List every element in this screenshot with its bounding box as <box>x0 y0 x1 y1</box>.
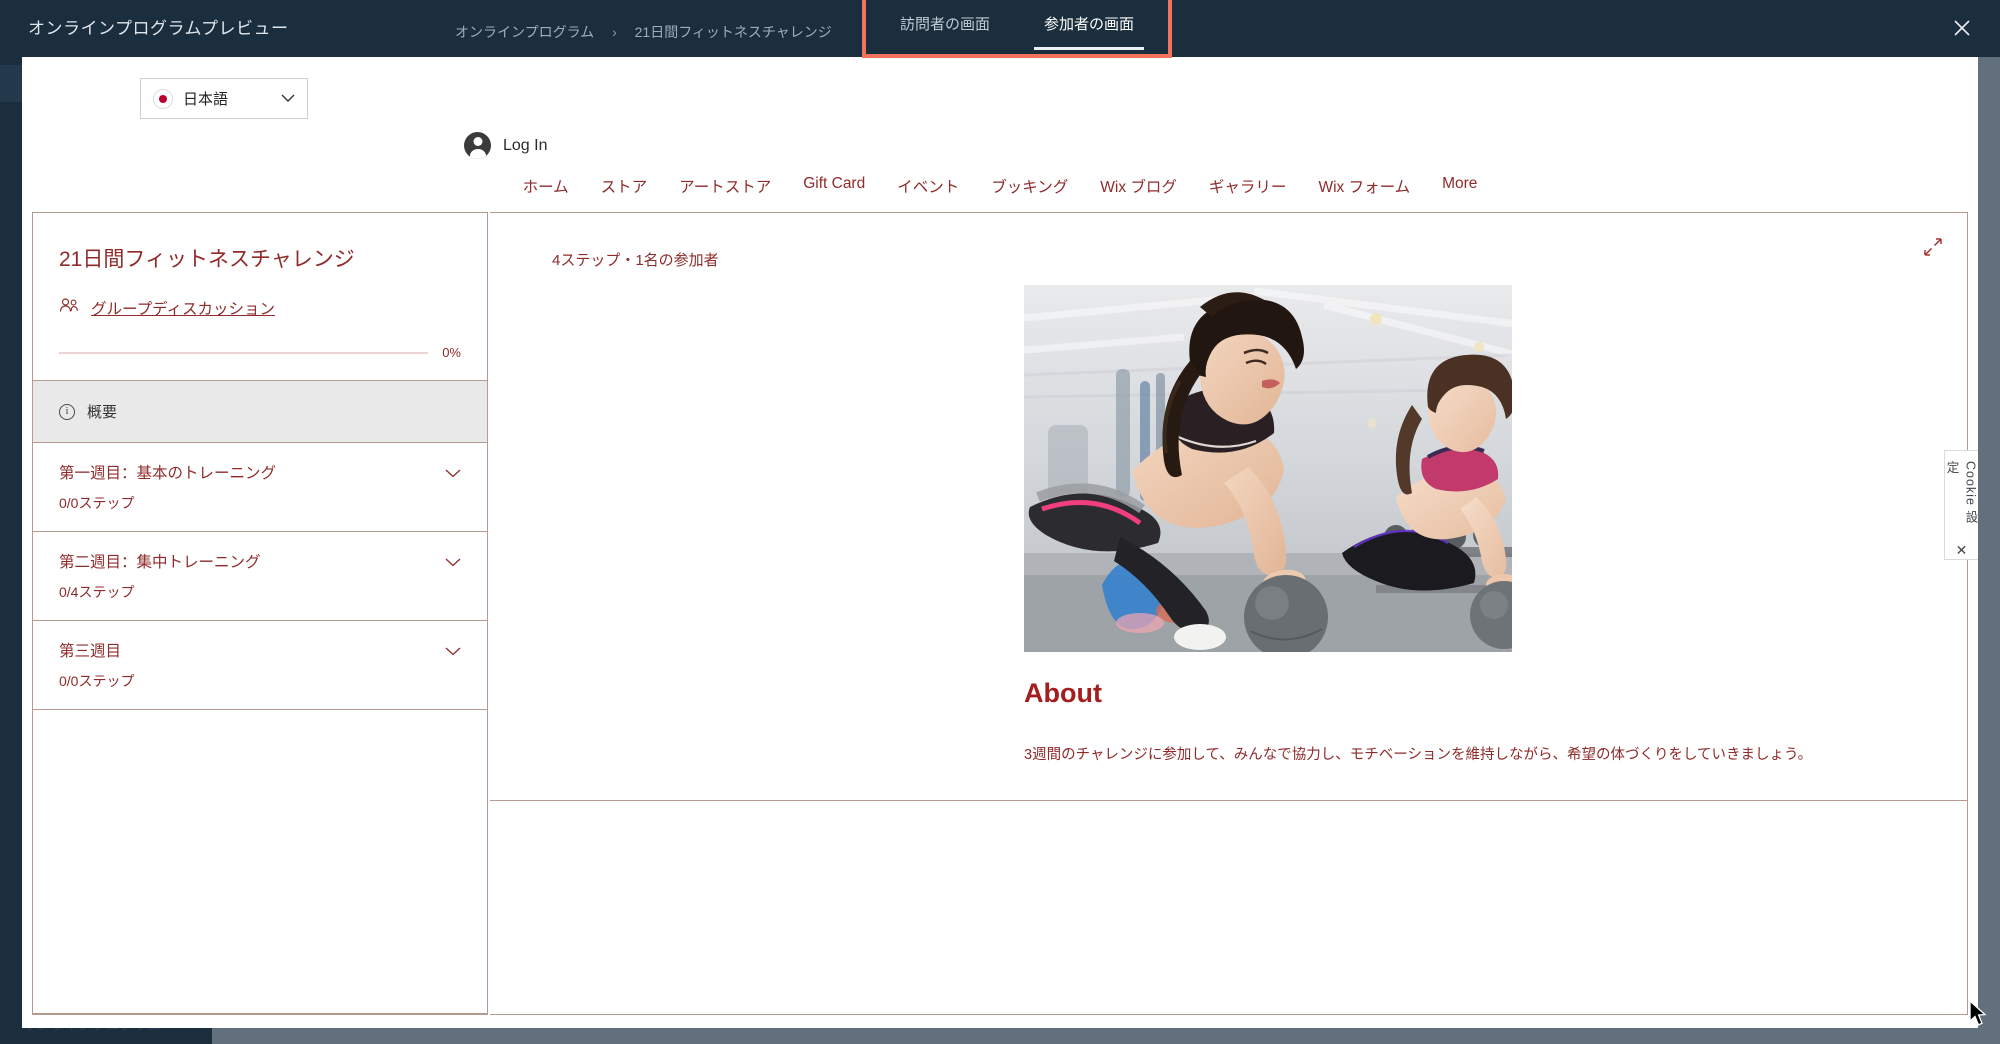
content-divider <box>490 800 1967 801</box>
nav-item-wix-forms[interactable]: Wix フォーム <box>1302 175 1426 197</box>
week-title: 第二週目：集中トレーニング <box>59 554 261 571</box>
nav-item-store[interactable]: ストア <box>585 175 664 197</box>
tab-participant-view[interactable]: 参加者の画面 <box>1033 13 1145 54</box>
about-heading: About <box>1024 678 1102 708</box>
avatar-icon <box>464 132 491 159</box>
nav-item-more[interactable]: More <box>1426 175 1493 197</box>
overview-label: 概要 <box>87 404 118 421</box>
people-icon <box>59 298 79 318</box>
group-discussion-label: グループディスカッション <box>91 301 275 318</box>
week-title: 第三週目 <box>59 643 122 660</box>
program-meta: 4ステップ・1名の参加者 <box>552 252 719 269</box>
breadcrumb-parent[interactable]: オンラインプログラム <box>455 24 594 40</box>
site-preview: 日本語 Log In ホーム ストア アートストア Gift Card イベント… <box>22 57 1978 1028</box>
program-sidebar: 21日間フィットネスチャレンジ グループディスカッション 0% i 概要 第一週… <box>32 212 1942 1015</box>
group-discussion-link[interactable]: グループディスカッション <box>59 297 461 319</box>
progress-bar <box>59 351 429 354</box>
preview-tab-group: 訪問者の画面 参加者の画面 <box>862 0 1172 58</box>
chevron-down-icon[interactable] <box>445 643 461 659</box>
week-steps: 0/0ステップ <box>59 495 135 511</box>
about-text: 3週間のチャレンジに参加して、みんなで協力し、モチベーションを維持しながら、希望… <box>1024 747 1813 763</box>
hero-image <box>1024 285 1512 652</box>
sidebar-filler <box>33 710 487 1014</box>
cookie-settings-tab[interactable]: Cookie 設定 ✕ <box>1944 450 1978 560</box>
language-selector-value: 日本語 <box>183 91 229 108</box>
nav-item-art-store[interactable]: アートストア <box>663 175 787 197</box>
week-steps: 0/4ステップ <box>59 584 135 600</box>
screen-root: ストア受注リスト › オンラインプログラム オンラインプログラムプレビュー オン… <box>0 0 2000 1044</box>
jp-flag-icon <box>153 88 173 109</box>
progress-percent: 0% <box>442 345 461 360</box>
breadcrumb: オンラインプログラム › 21日間フィットネスチャレンジ <box>455 22 832 42</box>
language-selector[interactable]: 日本語 <box>140 78 308 119</box>
cookie-settings-label: Cookie 設定 <box>1944 461 1978 524</box>
close-icon[interactable]: ✕ <box>1956 542 1968 559</box>
close-icon[interactable] <box>1944 10 1980 46</box>
tab-visitor-view[interactable]: 訪問者の画面 <box>900 13 990 54</box>
page-title: オンラインプログラムプレビュー <box>28 19 289 38</box>
nav-item-booking[interactable]: ブッキング <box>975 175 1084 197</box>
program-title: 21日間フィットネスチャレンジ <box>59 248 355 271</box>
nav-item-events[interactable]: イベント <box>881 175 975 197</box>
nav-item-home[interactable]: ホーム <box>507 175 585 197</box>
sidebar-item-week-3[interactable]: 第三週目 0/0ステップ <box>33 621 487 710</box>
week-title: 第一週目：基本のトレーニング <box>59 465 277 482</box>
login-button[interactable]: Log In <box>464 132 547 159</box>
program-header: 21日間フィットネスチャレンジ グループディスカッション 0% <box>33 213 1942 381</box>
program-container: 21日間フィットネスチャレンジ グループディスカッション 0% i 概要 第一週… <box>32 212 1968 1015</box>
sidebar-item-overview[interactable]: i 概要 <box>33 381 487 443</box>
chevron-down-icon[interactable] <box>445 465 461 481</box>
info-icon: i <box>59 403 75 420</box>
sidebar-item-week-1[interactable]: 第一週目：基本のトレーニング 0/0ステップ <box>33 443 487 532</box>
login-label: Log In <box>503 136 548 154</box>
breadcrumb-current: 21日間フィットネスチャレンジ <box>634 24 832 40</box>
expand-arrows-icon[interactable] <box>1923 237 1943 262</box>
nav-item-wix-blog[interactable]: Wix ブログ <box>1084 175 1193 197</box>
breadcrumb-separator: › <box>612 24 617 40</box>
week-steps: 0/0ステップ <box>59 673 135 689</box>
sidebar-item-week-2[interactable]: 第二週目：集中トレーニング 0/4ステップ <box>33 532 487 621</box>
program-content: 4ステップ・1名の参加者 About 3週間のチャレンジに参加して、みんなで協力… <box>490 212 1968 1015</box>
site-navigation: ホーム ストア アートストア Gift Card イベント ブッキング Wix … <box>22 175 1978 197</box>
nav-item-gift-card[interactable]: Gift Card <box>787 175 881 197</box>
progress-row: 0% <box>59 345 461 360</box>
chevron-down-icon[interactable] <box>445 554 461 570</box>
nav-item-gallery[interactable]: ギャラリー <box>1193 175 1303 197</box>
chevron-down-icon <box>281 91 295 106</box>
